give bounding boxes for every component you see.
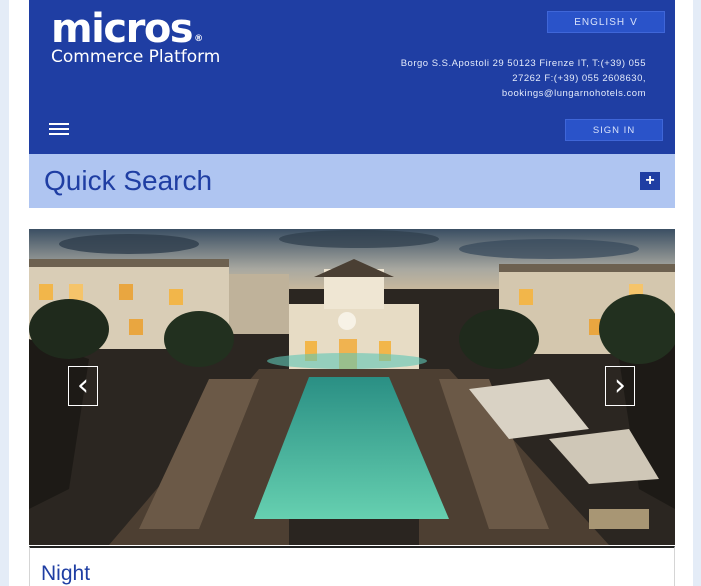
registered-mark: ® <box>194 34 204 44</box>
language-button[interactable]: ENGLISH V <box>547 11 665 33</box>
plus-icon[interactable]: + <box>640 172 660 190</box>
hamburger-menu-icon[interactable] <box>49 123 69 135</box>
sign-in-button[interactable]: SIGN IN <box>565 119 663 141</box>
language-label: ENGLISH <box>574 16 626 28</box>
logo-subtitle: Commerce Platform <box>51 47 221 67</box>
address-line: Borgo S.S.Apostoli 29 50123 Firenze IT, … <box>400 58 646 69</box>
carousel-caption-box: Night <box>29 546 675 586</box>
slide-caption: Night <box>41 562 91 585</box>
image-carousel: ‹ › <box>29 229 675 545</box>
chevron-down-icon: V <box>630 16 638 28</box>
quick-search-title: Quick Search <box>44 165 213 196</box>
page-container: micros ® Commerce Platform ENGLISH V Borg… <box>9 0 693 586</box>
hotel-address: Borgo S.S.Apostoli 29 50123 Firenze IT, … <box>389 56 646 101</box>
address-email: bookings@lungarnohotels.com <box>501 88 646 99</box>
site-header: micros ® Commerce Platform ENGLISH V Borg… <box>29 0 675 154</box>
chevron-left-icon[interactable]: ‹ <box>68 366 98 406</box>
hotel-night-photo <box>29 229 675 545</box>
quick-search-bar[interactable]: Quick Search + <box>29 154 675 208</box>
address-line: 27262 F:(+39) 055 2608630, <box>512 73 646 84</box>
chevron-right-icon[interactable]: › <box>605 366 635 406</box>
